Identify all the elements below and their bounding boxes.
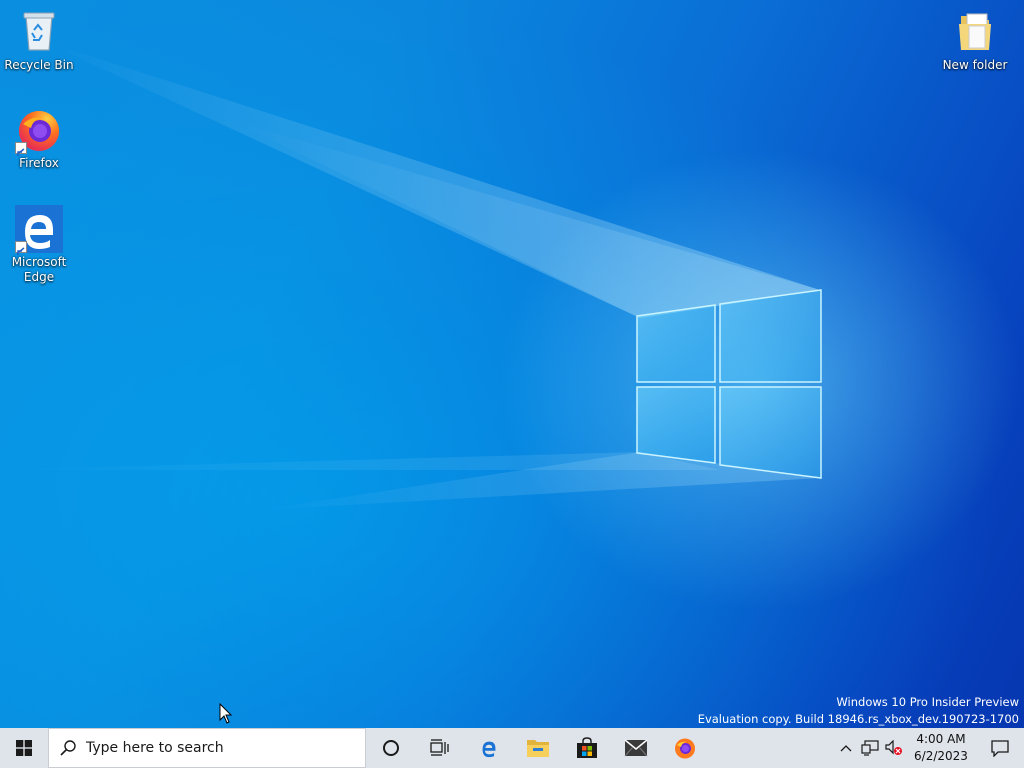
taskbar-clock[interactable]: 4:00 AM 6/2/2023	[910, 731, 972, 765]
desktop-icon-new-folder[interactable]: New folder	[939, 8, 1011, 73]
show-hidden-icons-button[interactable]	[834, 728, 858, 768]
network-button[interactable]	[858, 728, 882, 768]
desktop-icon-label: New folder	[942, 58, 1008, 72]
build-watermark-line2: Evaluation copy. Build 18946.rs_xbox_dev…	[697, 712, 1019, 726]
desktop-icon-label: Recycle Bin	[4, 58, 74, 72]
recycle-bin-icon	[15, 8, 63, 56]
taskbar-store-button[interactable]	[562, 728, 611, 768]
desktop-icon-recycle-bin[interactable]: Recycle Bin	[3, 8, 75, 73]
desktop-background[interactable]: Recycle Bin Firefox Microsoft Edge New f…	[0, 0, 1024, 728]
desktop-icon-firefox[interactable]: Firefox	[3, 106, 75, 171]
volume-button[interactable]	[882, 728, 906, 768]
edge-icon	[482, 741, 495, 758]
taskbar-edge-button[interactable]	[464, 728, 513, 768]
desktop-icon-label: Microsoft Edge	[11, 255, 67, 284]
build-watermark-line1: Windows 10 Pro Insider Preview	[836, 695, 1019, 709]
windows-logo-icon	[16, 740, 32, 756]
cortana-circle-icon	[382, 740, 399, 756]
action-center-button[interactable]	[976, 728, 1024, 768]
taskbar-cortana-button[interactable]	[366, 728, 415, 768]
desktop-icon-label: Firefox	[19, 156, 59, 170]
shortcut-arrow-icon	[15, 241, 27, 255]
taskbar-file-explorer-button[interactable]	[513, 728, 562, 768]
firefox-icon	[15, 106, 63, 156]
taskbar: Type here to search 4:00 AM 6/2/2023	[0, 728, 1024, 768]
start-button[interactable]	[0, 728, 48, 768]
clock-time: 4:00 AM	[916, 732, 966, 746]
taskbar-mail-button[interactable]	[611, 728, 660, 768]
mail-icon	[624, 739, 647, 757]
taskbar-firefox-button[interactable]	[660, 728, 709, 768]
network-icon	[861, 740, 879, 756]
taskbar-task-view-button[interactable]	[415, 728, 464, 768]
taskbar-search-box[interactable]: Type here to search	[48, 728, 366, 768]
folder-icon	[526, 740, 549, 757]
edge-icon	[15, 205, 63, 255]
clock-date: 6/2/2023	[914, 749, 968, 763]
store-bag-icon	[576, 737, 597, 758]
chevron-up-icon	[840, 745, 852, 752]
shortcut-arrow-icon	[15, 142, 27, 156]
system-tray: 4:00 AM 6/2/2023	[834, 728, 1024, 768]
volume-muted-icon	[885, 740, 902, 755]
task-view-icon	[429, 739, 449, 756]
desktop-icon-edge[interactable]: Microsoft Edge	[3, 205, 75, 285]
wallpaper-windows-logo	[636, 289, 822, 479]
mouse-cursor-icon	[219, 703, 233, 724]
action-center-icon	[991, 740, 1009, 757]
firefox-icon	[674, 738, 695, 759]
search-icon	[60, 740, 76, 756]
search-placeholder: Type here to search	[86, 740, 224, 756]
folder-icon	[951, 8, 999, 56]
